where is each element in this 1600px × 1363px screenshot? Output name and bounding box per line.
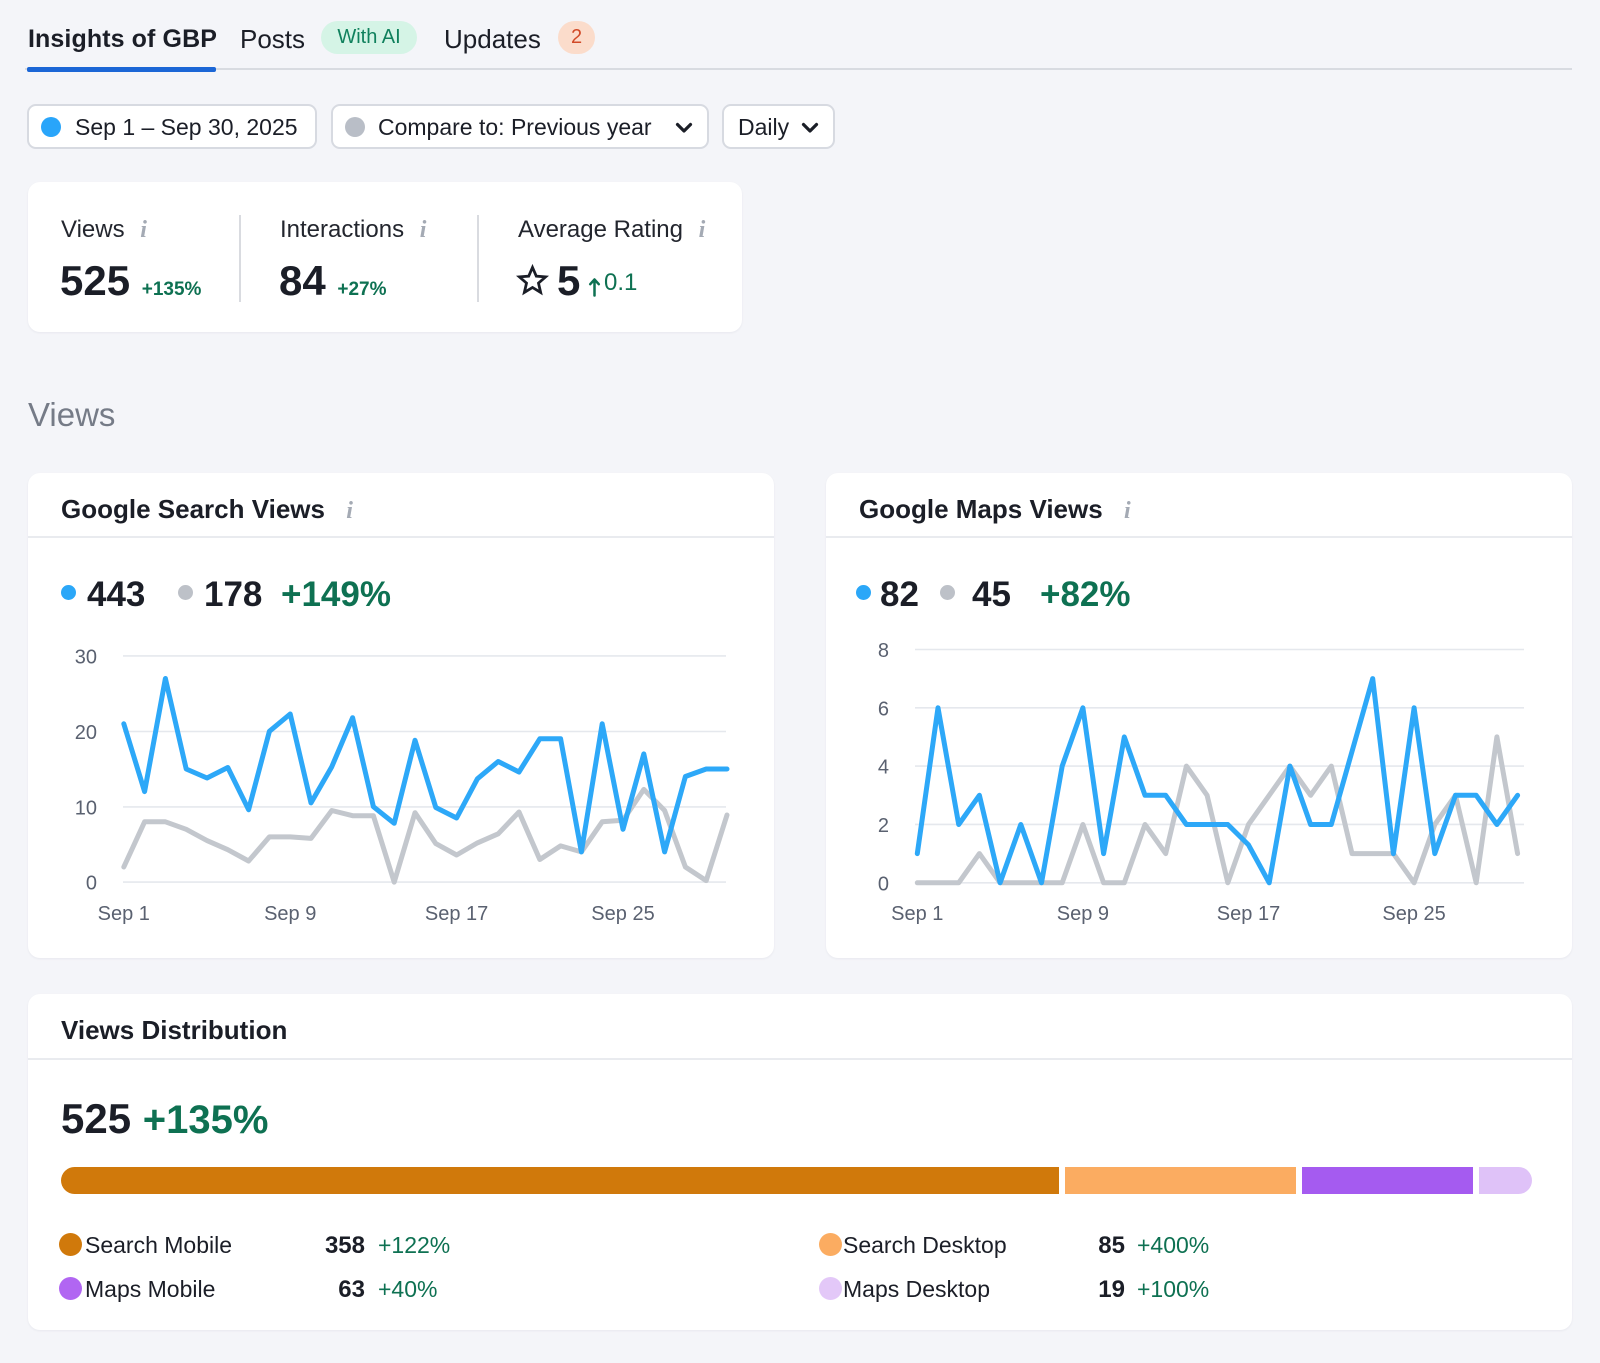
svg-text:4: 4 [878,757,889,779]
svg-text:8: 8 [878,640,889,662]
svg-text:Sep 9: Sep 9 [264,903,316,925]
svg-text:Sep 1: Sep 1 [891,903,943,925]
svg-text:Sep 25: Sep 25 [591,903,654,925]
svg-text:10: 10 [75,797,97,819]
svg-text:Sep 1: Sep 1 [98,903,150,925]
svg-text:0: 0 [86,873,97,895]
svg-text:Sep 17: Sep 17 [1217,903,1280,925]
svg-text:6: 6 [878,698,889,720]
svg-text:Sep 17: Sep 17 [425,903,488,925]
svg-text:Sep 25: Sep 25 [1382,903,1445,925]
svg-text:0: 0 [878,873,889,895]
svg-text:20: 20 [75,722,97,744]
svg-text:30: 30 [75,646,97,668]
svg-text:2: 2 [878,815,889,837]
svg-text:Sep 9: Sep 9 [1057,903,1109,925]
